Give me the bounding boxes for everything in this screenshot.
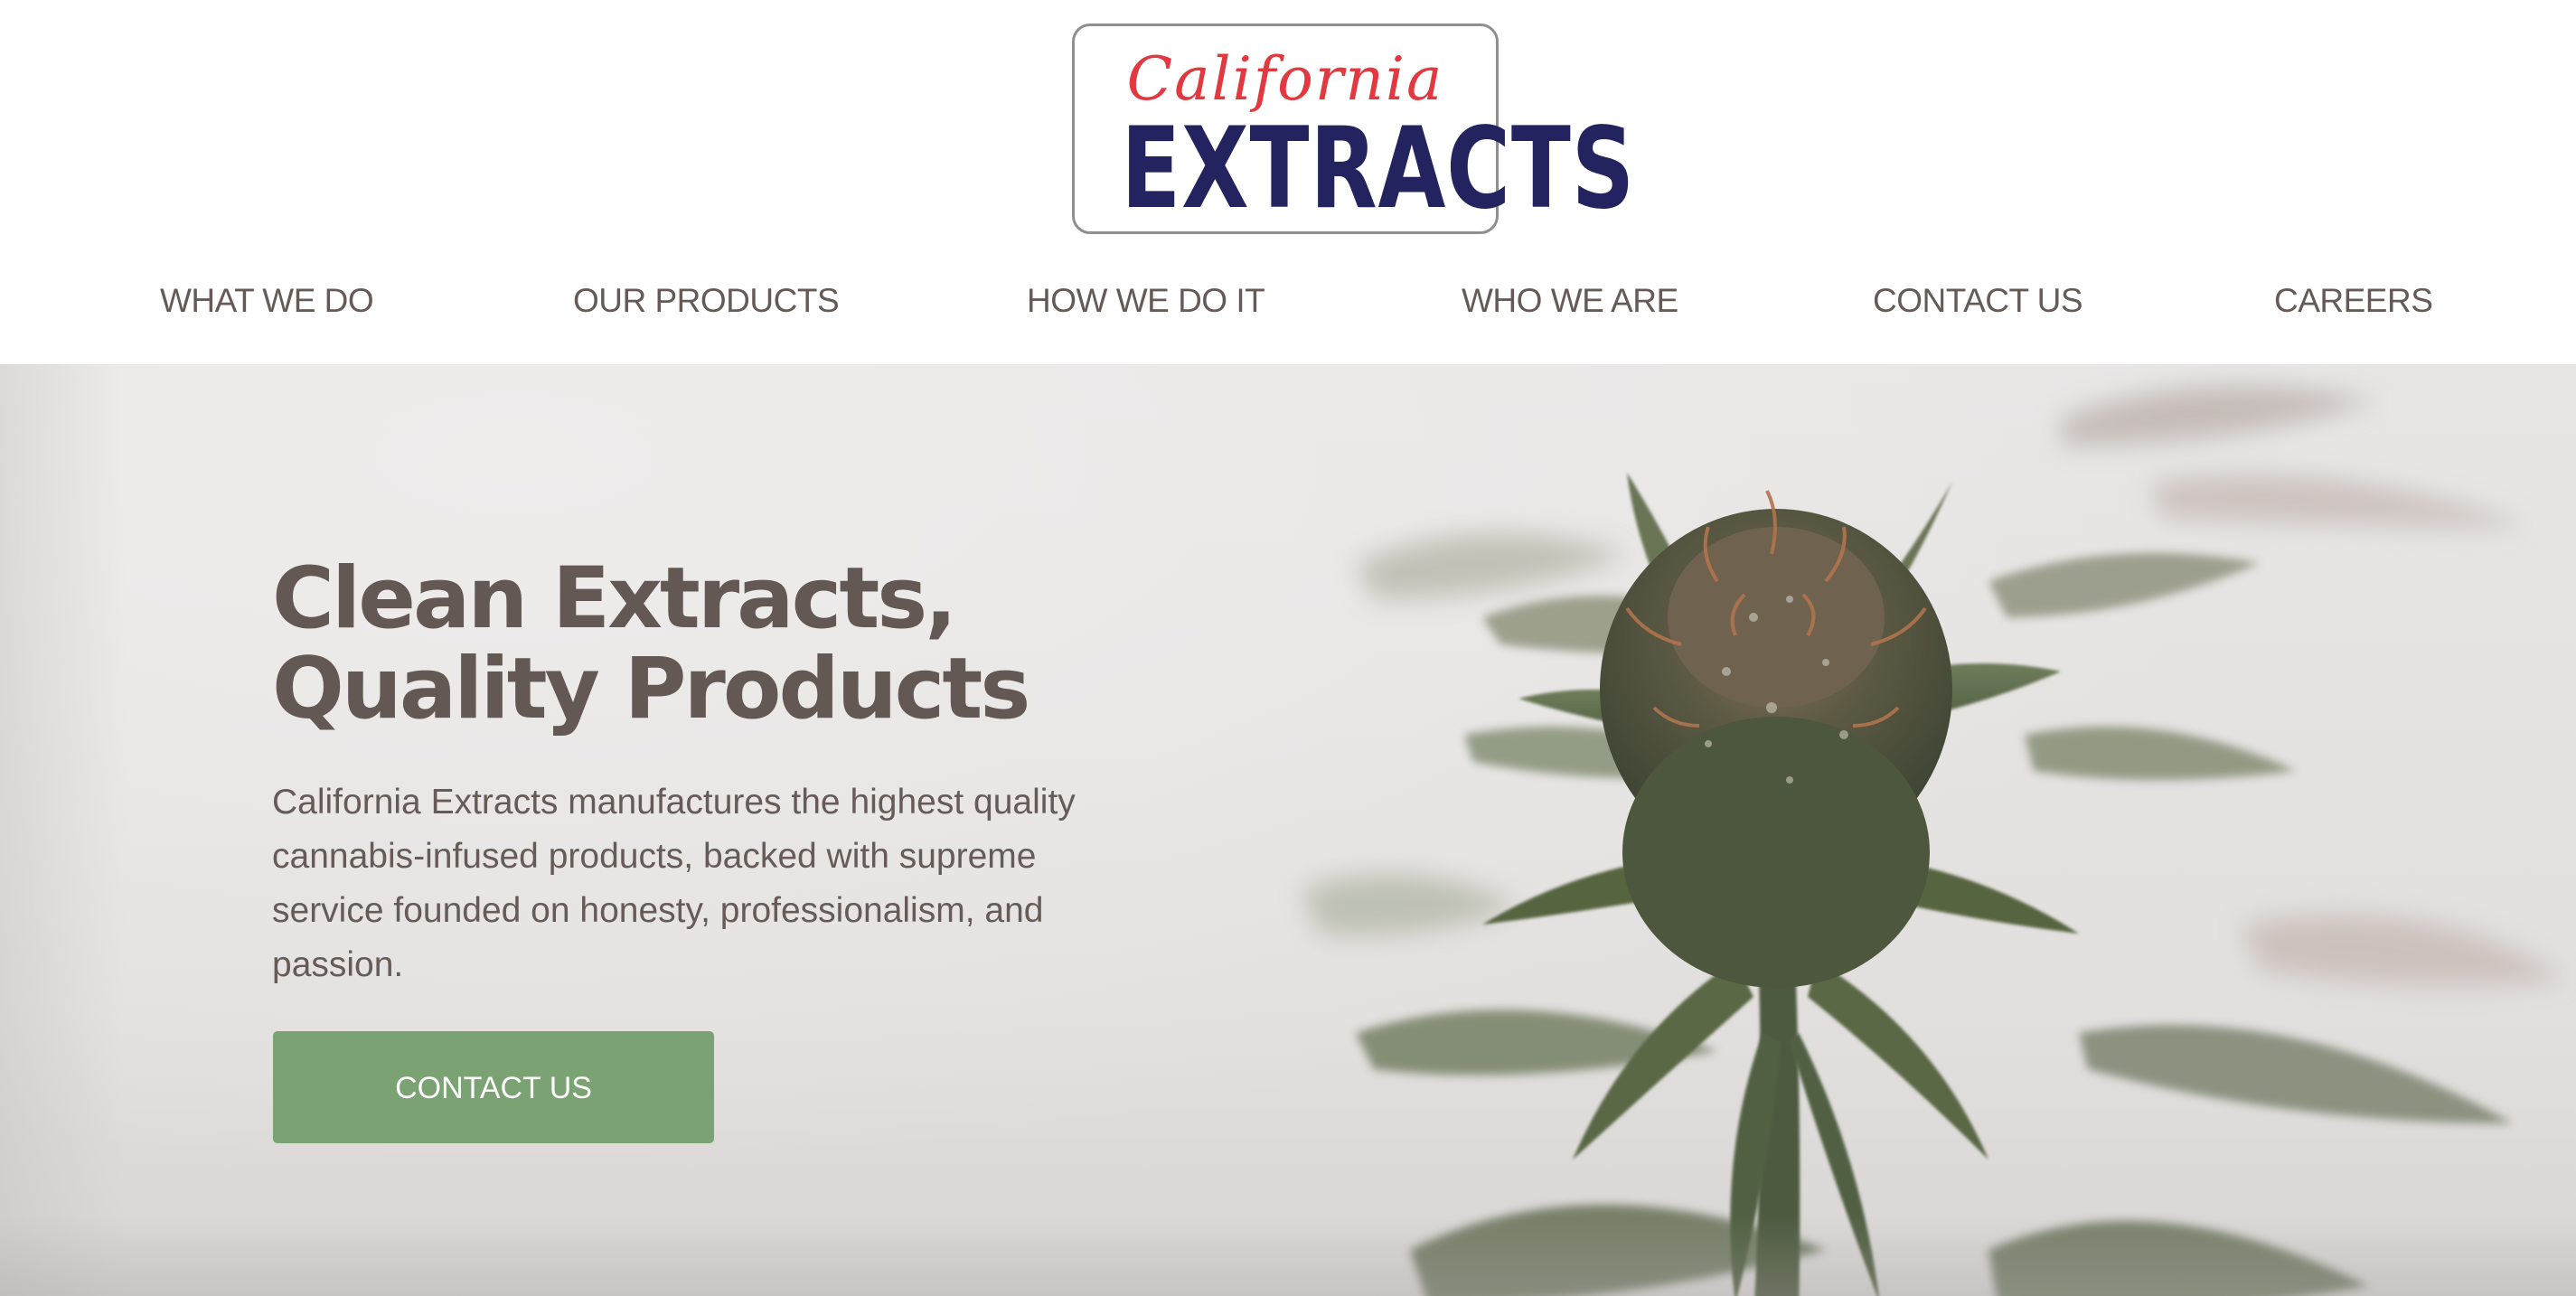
- logo-main-text: EXTRACTS: [1121, 104, 1636, 234]
- cannabis-plant-image: [1302, 386, 2567, 1296]
- california-extracts-logo[interactable]: California EXTRACTS: [1072, 23, 1636, 234]
- hero-shade-left: [0, 364, 127, 1296]
- nav-contact-us[interactable]: CONTACT US: [1873, 271, 2083, 331]
- nav-what-we-do[interactable]: WHAT WE DO: [160, 271, 374, 331]
- contact-us-button[interactable]: CONTACT US: [273, 1031, 714, 1143]
- hero-section: Clean Extracts, Quality Products Califor…: [0, 364, 2576, 1296]
- logo-script-text: California: [1126, 44, 1444, 114]
- hero-title-line-2: Quality Products: [272, 640, 1030, 738]
- hero-description: California Extracts manufactures the hig…: [272, 783, 1076, 984]
- hero-shade-bottom: [0, 1215, 2576, 1296]
- nav-who-we-are[interactable]: WHO WE ARE: [1462, 271, 1678, 331]
- hero-title: Clean Extracts, Quality Products: [272, 554, 1176, 735]
- hero-title-line-1: Clean Extracts,: [272, 549, 957, 648]
- nav-careers[interactable]: CAREERS: [2274, 271, 2433, 331]
- main-navigation: WHAT WE DO OUR PRODUCTS HOW WE DO IT WHO…: [0, 271, 2576, 331]
- site-header: California EXTRACTS WHAT WE DO OUR PRODU…: [0, 0, 2576, 364]
- nav-our-products[interactable]: OUR PRODUCTS: [573, 271, 840, 331]
- nav-how-we-do-it[interactable]: HOW WE DO IT: [1027, 271, 1265, 331]
